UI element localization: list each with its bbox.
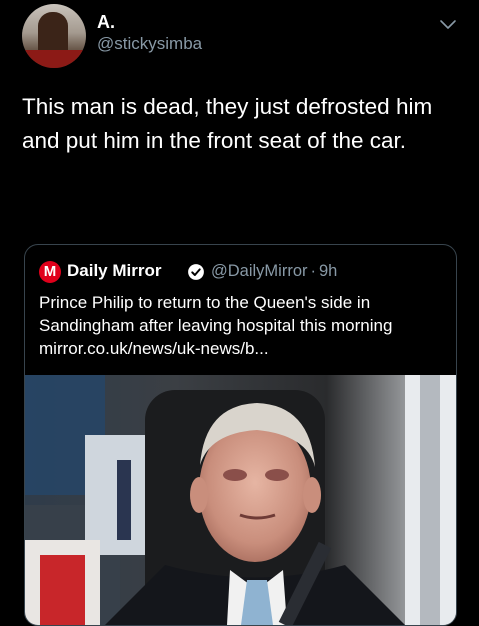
quoted-tweet-text: Prince Philip to return to the Queen's s… xyxy=(39,293,393,358)
avatar[interactable] xyxy=(22,4,86,68)
time-separator: · xyxy=(310,262,317,280)
quoted-time[interactable]: 9h xyxy=(319,262,337,280)
quoted-tweet-photo[interactable] xyxy=(25,375,456,625)
quoted-handle[interactable]: @DailyMirror xyxy=(211,262,308,280)
quoted-tweet-header: M Daily Mirror @DailyMirror · 9h xyxy=(39,259,449,283)
quoted-display-name[interactable]: Daily Mirror xyxy=(67,261,161,281)
quoted-handle-time[interactable]: @DailyMirror · 9h xyxy=(211,262,337,281)
tweet-text: This man is dead, they just defrosted hi… xyxy=(22,94,433,153)
avatar-car xyxy=(22,50,86,68)
chevron-down-icon[interactable] xyxy=(438,18,458,32)
daily-mirror-logo-icon: M xyxy=(39,261,61,283)
quoted-tweet-card[interactable]: M Daily Mirror @DailyMirror · 9h Prince Ph… xyxy=(24,244,457,626)
verified-badge-icon xyxy=(188,264,204,280)
user-handle[interactable]: @stickysimba xyxy=(97,34,202,54)
display-name[interactable]: A. xyxy=(97,12,115,33)
